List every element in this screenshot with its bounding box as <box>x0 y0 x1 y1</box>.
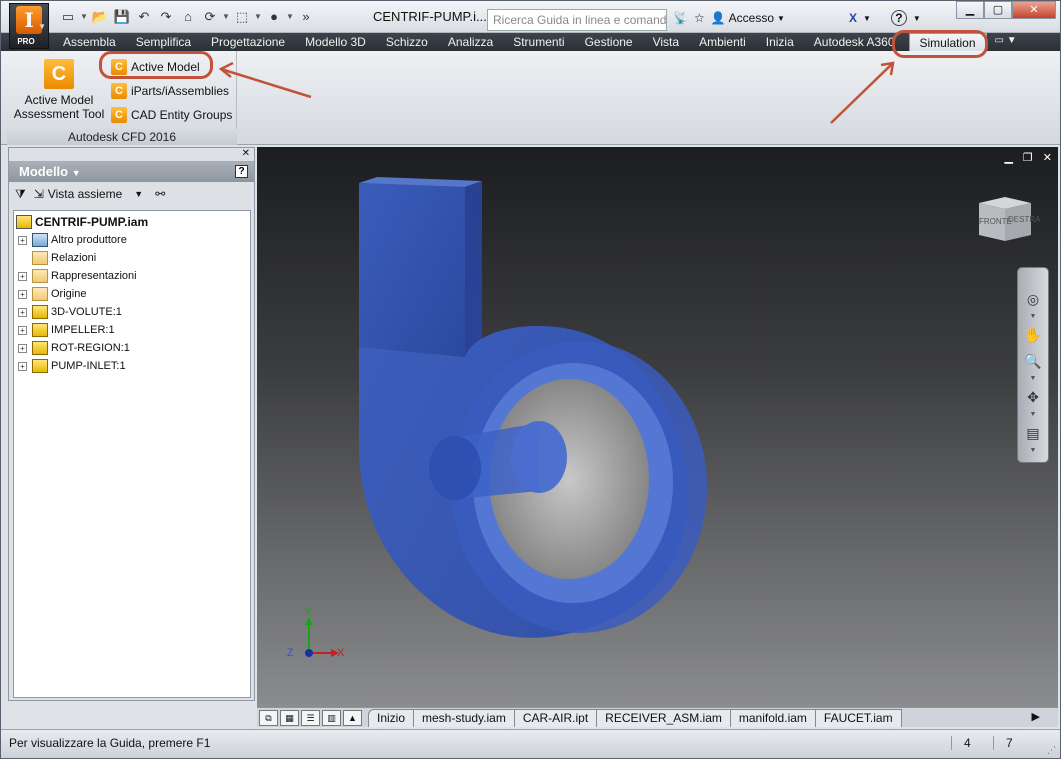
navigation-bar: ◎ ▼ ✋ 🔍 ▼ ✥ ▼ ▤ ▼ <box>1017 267 1049 463</box>
browser-title[interactable]: Modello ▼ ? <box>9 162 254 182</box>
viewcube[interactable]: FRONTE DESTRA <box>975 195 1040 243</box>
binoculars-icon[interactable]: ⚯ <box>155 187 165 201</box>
document-tabs-bar: ⧉ ▦ ☰ ▥ ▲ Inizio mesh-study.iam CAR-AIR.… <box>257 707 1058 727</box>
representations-icon <box>32 269 48 283</box>
doc-tab-inizio[interactable]: Inizio <box>368 708 415 727</box>
tree-node[interactable]: + Rappresentazioni <box>14 267 250 285</box>
expand-icon[interactable]: + <box>18 235 27 245</box>
folder-icon <box>32 287 48 301</box>
tree-node[interactable]: + Altro produttore <box>14 231 250 249</box>
expand-icon[interactable]: + <box>18 307 27 317</box>
zoom-icon[interactable]: 🔍 <box>1018 348 1048 374</box>
chevron-down-icon[interactable]: ▼ <box>1018 374 1048 384</box>
status-bar: Per visualizzare la Guida, premere F1 4 … <box>1 729 1060 758</box>
doc-tab-faucet[interactable]: FAUCET.iam <box>814 708 902 727</box>
external-icon <box>32 233 48 247</box>
viewcube-right-label: DESTRA <box>1008 215 1041 224</box>
tree-node-label: Relazioni <box>51 252 97 264</box>
inventor-window: I PRO ▼ ▭ ▼ 📂 💾 ↶ ↷ ⌂ ⟳ ▼ ⬚ ▼ ● ▼ » CENT… <box>0 0 1061 759</box>
close-icon[interactable]: ✕ <box>242 148 250 161</box>
axis-y-label: Y <box>305 607 312 618</box>
volute-outlet <box>359 183 465 357</box>
folder-icon <box>32 251 48 265</box>
tree-node-label: 3D-VOLUTE:1 <box>51 306 122 318</box>
look-at-icon[interactable]: ▤ <box>1018 420 1048 446</box>
edition-badge: PRO <box>17 37 35 46</box>
chevron-down-icon: ▼ <box>134 189 144 199</box>
steering-wheel-icon[interactable]: ◎ <box>1018 286 1048 312</box>
tile-windows-icon[interactable]: ▦ <box>280 709 299 726</box>
doc-tab-mesh-study[interactable]: mesh-study.iam <box>413 708 515 727</box>
scroll-tabs-right-icon[interactable]: ▶ <box>1032 710 1040 723</box>
application-menu-button[interactable]: I PRO ▼ <box>9 3 49 49</box>
expand-icon[interactable]: + <box>18 343 27 353</box>
browser-header: ✕ <box>9 148 254 162</box>
axis-z-label: Z <box>287 647 294 659</box>
tree-node[interactable]: + PUMP-INLET:1 <box>14 357 250 375</box>
expand-icon[interactable]: + <box>18 325 27 335</box>
tile-horizontal-icon[interactable]: ☰ <box>301 709 320 726</box>
status-message: Per visualizzare la Guida, premere F1 <box>9 736 211 750</box>
tree-node-label: ROT-REGION:1 <box>51 342 130 354</box>
root-label: CENTRIF-PUMP.iam <box>35 215 149 229</box>
status-count-occurrences: 4 <box>951 736 993 750</box>
axis-triad: Y Z X <box>281 607 351 669</box>
pan-icon[interactable]: ✋ <box>1018 322 1048 348</box>
model-tree: CENTRIF-PUMP.iam + Altro produttore Rela… <box>13 210 251 698</box>
tree-node-label: Altro produttore <box>51 234 127 246</box>
pump-inlet-end <box>429 436 481 500</box>
pump-inlet-face <box>511 421 567 493</box>
tree-node[interactable]: + IMPELLER:1 <box>14 321 250 339</box>
chevron-down-icon: ▼ <box>38 22 46 31</box>
assembly-view-icon: ⇲ <box>33 187 44 201</box>
browser-title-label: Modello <box>19 164 69 179</box>
doc-tab-manifold[interactable]: manifold.iam <box>729 708 816 727</box>
model-browser: ✕ Modello ▼ ? ⧩ ⇲ Vista assieme ▼ ⚯ CENT… <box>8 147 255 701</box>
doc-tab-receiver-asm[interactable]: RECEIVER_ASM.iam <box>596 708 731 727</box>
chevron-down-icon: ▼ <box>71 168 81 178</box>
expand-icon[interactable]: + <box>18 271 27 281</box>
tree-node-label: PUMP-INLET:1 <box>51 360 126 372</box>
tree-node[interactable]: + ROT-REGION:1 <box>14 339 250 357</box>
axis-x-label: X <box>337 647 345 659</box>
view-mode-selector[interactable]: ⇲ Vista assieme ▼ <box>34 187 143 201</box>
expand-icon[interactable]: + <box>18 361 27 371</box>
viewcube-front-label: FRONTE <box>979 217 1012 226</box>
chevron-up-icon[interactable]: ▲ <box>343 709 362 726</box>
pump-model <box>359 177 707 638</box>
part-icon <box>32 323 48 337</box>
orbit-icon[interactable]: ✥ <box>1018 384 1048 410</box>
part-icon <box>32 341 48 355</box>
view-mode-label: Vista assieme <box>47 187 123 201</box>
status-count-documents: 7 <box>993 736 1037 750</box>
tree-node[interactable]: + 3D-VOLUTE:1 <box>14 303 250 321</box>
expand-icon[interactable]: + <box>18 289 27 299</box>
volute-outlet-side <box>465 181 482 357</box>
tree-node-label: IMPELLER:1 <box>51 324 115 336</box>
tree-node[interactable]: + Origine <box>14 285 250 303</box>
chevron-down-icon[interactable]: ▼ <box>1018 410 1048 420</box>
tile-vertical-icon[interactable]: ▥ <box>322 709 341 726</box>
resize-grip-icon[interactable]: ⋰ <box>1047 745 1056 756</box>
axis-triad-graphic <box>305 617 339 657</box>
cascade-windows-icon[interactable]: ⧉ <box>259 709 278 726</box>
tree-root[interactable]: CENTRIF-PUMP.iam <box>14 213 250 231</box>
chevron-down-icon[interactable]: ▼ <box>1018 446 1048 456</box>
tree-node-label: Rappresentazioni <box>51 270 137 282</box>
browser-toolbar: ⧩ ⇲ Vista assieme ▼ ⚯ <box>9 182 254 206</box>
part-icon <box>32 359 48 373</box>
part-icon <box>32 305 48 319</box>
chevron-down-icon[interactable]: ▼ <box>1018 312 1048 322</box>
graphics-viewport[interactable]: ▁ ❐ ✕ FRONTE DESTRA ◎ ▼ ✋ 🔍 ▼ ✥ ▼ ▤ ▼ Y … <box>257 147 1058 707</box>
doc-tab-car-air[interactable]: CAR-AIR.ipt <box>513 708 598 727</box>
browser-help-icon[interactable]: ? <box>235 165 248 178</box>
tree-node-label: Origine <box>51 288 87 300</box>
tree-node[interactable]: Relazioni <box>14 249 250 267</box>
assembly-icon <box>16 215 32 229</box>
filter-icon[interactable]: ⧩ <box>15 187 26 202</box>
